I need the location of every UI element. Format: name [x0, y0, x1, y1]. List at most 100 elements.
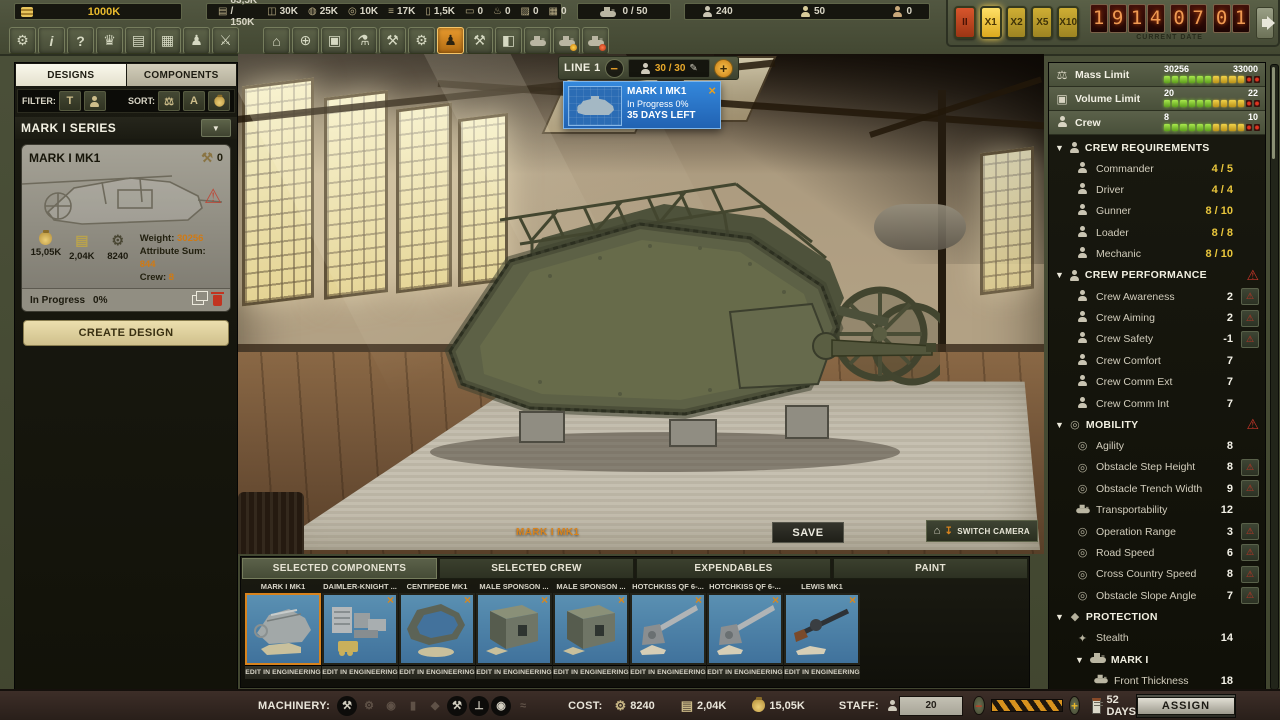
components-panel: SELECTED COMPONENTS SELECTED CREW EXPEND… [240, 556, 1030, 688]
filter-type-button[interactable]: T [59, 91, 81, 111]
remove-icon[interactable]: × [772, 595, 779, 605]
help-button[interactable]: ? [67, 27, 94, 54]
component-card-track: CENTIPEDE MK1 × EDIT IN ENGINEERING [399, 582, 475, 679]
warning-badge[interactable]: ⚠ [1241, 331, 1259, 348]
line-decrease-button[interactable]: − [605, 59, 624, 78]
speed-x1-button[interactable]: X1 [980, 6, 1002, 39]
sort-weight-button[interactable]: ⚖ [158, 91, 180, 111]
remove-icon[interactable]: × [387, 595, 394, 605]
tab-selected-crew[interactable]: SELECTED CREW [439, 558, 634, 579]
workshop-button[interactable]: ⚒ [379, 27, 406, 54]
news-button[interactable]: ▤ [125, 27, 152, 54]
tab-paint[interactable]: PAINT [833, 558, 1028, 579]
vehicles-button[interactable] [524, 27, 551, 54]
edit-in-engineering-button[interactable]: EDIT IN ENGINEERING [399, 665, 475, 679]
edit-in-engineering-button[interactable]: EDIT IN ENGINEERING [322, 665, 398, 679]
save-button[interactable]: SAVE [772, 522, 844, 543]
machine-press-icon[interactable]: ⚒ [337, 696, 357, 716]
warning-badge[interactable]: ⚠ [1241, 480, 1259, 497]
factory-button[interactable]: ⌂ [263, 27, 290, 54]
speed-x10-button[interactable]: X10 [1057, 6, 1079, 39]
delete-icon[interactable] [213, 295, 222, 306]
reports-button[interactable]: ▦ [154, 27, 181, 54]
services-button[interactable]: ⚙ [408, 27, 435, 54]
remove-icon[interactable]: × [695, 595, 702, 605]
staff-slider[interactable] [991, 699, 1063, 712]
remove-icon[interactable]: × [464, 595, 471, 605]
edit-icon[interactable]: ✎ [689, 63, 697, 74]
edit-in-engineering-button[interactable]: EDIT IN ENGINEERING [630, 665, 706, 679]
components-button[interactable]: ◧ [495, 27, 522, 54]
tab-expendables[interactable]: EXPENDABLES [636, 558, 831, 579]
tab-selected-components[interactable]: SELECTED COMPONENTS [242, 558, 437, 579]
warning-badge[interactable]: ⚠ [1241, 459, 1259, 476]
viewport-3d[interactable]: MARK I MK1 SAVE ⌂↧ SWITCH CAMERA [238, 54, 1044, 554]
achievements-button[interactable]: ♛ [96, 27, 123, 54]
edit-in-engineering-button[interactable]: EDIT IN ENGINEERING [707, 665, 783, 679]
machine-furnace-icon[interactable]: ▮ [403, 696, 423, 716]
section-mobility[interactable]: ▼ ◎ MOBILITY ⚠ [1049, 414, 1265, 435]
switch-camera-button[interactable]: ⌂↧ SWITCH CAMERA [926, 520, 1038, 542]
warning-badge[interactable]: ⚠ [1241, 288, 1259, 305]
line-increase-button[interactable]: + [714, 59, 733, 78]
pause-button[interactable]: II [954, 6, 976, 39]
assign-button[interactable]: ASSIGN [1136, 694, 1236, 718]
speed-x5-button[interactable]: X5 [1031, 6, 1053, 39]
sort-cost-button[interactable] [208, 91, 230, 111]
series-collapse-button[interactable]: ▼ [201, 119, 231, 137]
world-map-button[interactable]: ⊕ [292, 27, 319, 54]
warning-badge[interactable]: ⚠ [1241, 587, 1259, 604]
edit-in-engineering-button[interactable]: EDIT IN ENGINEERING [476, 665, 552, 679]
design-card[interactable]: MARK I MK1 ⚒ 0 ⚠ [21, 144, 231, 312]
remove-icon[interactable]: × [849, 595, 856, 605]
edit-in-engineering-button[interactable]: EDIT IN ENGINEERING [245, 665, 321, 679]
subsection-mark-i[interactable]: ▼MARK I [1049, 649, 1265, 670]
production-button[interactable]: ⚒ [466, 27, 493, 54]
machine-anvil-icon[interactable]: ⊥ [469, 696, 489, 716]
machine-hose-icon[interactable]: ≈ [513, 696, 533, 716]
machine-brush-icon[interactable]: ◆ [425, 696, 445, 716]
staff-increase-button[interactable]: + [1069, 696, 1080, 715]
staff-input[interactable] [899, 696, 963, 716]
warning-badge[interactable]: ⚠ [1241, 310, 1259, 327]
close-icon[interactable]: × [708, 83, 716, 98]
military-button[interactable]: ⚔ [212, 27, 239, 54]
staff-label: STAFF: [839, 700, 879, 712]
warning-badge[interactable]: ⚠ [1241, 544, 1259, 561]
tab-components[interactable]: COMPONENTS [127, 64, 237, 86]
warning-badge[interactable]: ⚠ [1241, 566, 1259, 583]
scrollbar-thumb[interactable] [1272, 67, 1275, 159]
section-crew-performance[interactable]: ▼ CREW PERFORMANCE ⚠ [1049, 265, 1265, 286]
create-design-button[interactable]: CREATE DESIGN [23, 320, 229, 346]
machine-grinder-icon[interactable]: ◉ [491, 696, 511, 716]
speed-x2-button[interactable]: X2 [1006, 6, 1028, 39]
remove-icon[interactable]: × [541, 595, 548, 605]
machine-lathe-icon[interactable]: ◉ [381, 696, 401, 716]
vehicles-export-button[interactable] [582, 27, 609, 54]
warning-badge[interactable]: ⚠ [1241, 523, 1259, 540]
duplicate-icon[interactable] [192, 295, 204, 305]
volume-icon: ▣ [1054, 92, 1070, 106]
machine-drill-icon[interactable]: ⚙ [359, 696, 379, 716]
edit-in-engineering-button[interactable]: EDIT IN ENGINEERING [553, 665, 629, 679]
personnel-button[interactable]: ♟ [183, 27, 210, 54]
design-bureau-button[interactable]: ♟ [437, 27, 464, 54]
scrollbar[interactable] [1270, 64, 1279, 690]
market-button[interactable]: ▣ [321, 27, 348, 54]
section-protection[interactable]: ▼ ◆ PROTECTION [1049, 606, 1265, 627]
tab-designs[interactable]: DESIGNS [16, 64, 126, 86]
edit-in-engineering-button[interactable]: EDIT IN ENGINEERING [784, 665, 860, 679]
production-item-card[interactable]: MARK I MK1 In Progress 0% 35 DAYS LEFT × [563, 81, 721, 129]
research-button[interactable]: ⚗ [350, 27, 377, 54]
info-button[interactable]: i [38, 27, 65, 54]
machine-hammer-icon[interactable]: ⚒ [447, 696, 467, 716]
filter-designer-button[interactable] [84, 91, 106, 111]
sort-alpha-button[interactable]: A [183, 91, 205, 111]
staff-decrease-button[interactable]: − [973, 696, 984, 715]
vehicles-armor-button[interactable] [553, 27, 580, 54]
remove-icon[interactable]: × [618, 595, 625, 605]
settings-button[interactable]: ⚙ [9, 27, 36, 54]
parts-icon: ◧ [502, 32, 515, 49]
section-crew-requirements[interactable]: ▼ CREW REQUIREMENTS [1049, 137, 1265, 158]
announcements-button[interactable] [1256, 7, 1274, 39]
